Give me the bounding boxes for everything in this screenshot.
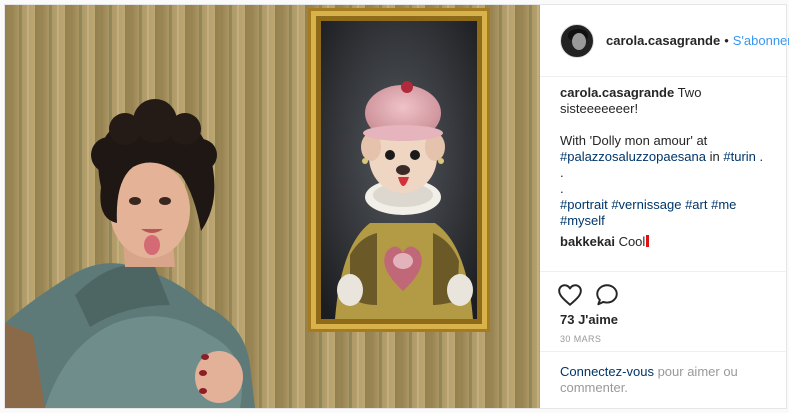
avatar-face (572, 32, 586, 50)
caption-period: . (759, 149, 764, 164)
avatar[interactable] (560, 23, 594, 58)
comments-section: carola.casagrande Two sisteeeeeeer! With… (560, 85, 782, 250)
hashtag-me[interactable]: #me (711, 197, 736, 212)
follow-button[interactable]: S'abonner (733, 33, 789, 48)
username-link[interactable]: carola.casagrande (606, 33, 720, 48)
emoji-icon (646, 235, 650, 247)
hashtag-portrait[interactable]: #portrait (560, 197, 608, 212)
comment-text: Cool (618, 234, 646, 249)
separator-dot: • (724, 33, 729, 48)
post-header: carola.casagrande • S'abonner (540, 5, 789, 77)
caption-hashtags: #portrait #vernissage #art #me #myself (560, 197, 782, 229)
heart-icon-graphic (558, 284, 582, 306)
post-photo[interactable] (5, 5, 540, 408)
post-date: 30 MARS (560, 334, 602, 344)
hashtag-art[interactable]: #art (685, 197, 707, 212)
hashtag-city[interactable]: #turin (723, 149, 756, 164)
post-card: carola.casagrande • S'abonner carola.cas… (4, 4, 789, 409)
caption-in-word: in (709, 149, 720, 164)
post-sidebar: carola.casagrande • S'abonner carola.cas… (540, 5, 789, 408)
caption-username[interactable]: carola.casagrande (560, 85, 674, 100)
comment-icon[interactable] (594, 282, 620, 308)
caption: carola.casagrande Two sisteeeeeeer! (560, 85, 782, 117)
login-link[interactable]: Connectez-vous (560, 364, 654, 379)
hashtag-vernissage[interactable]: #vernissage (611, 197, 681, 212)
post-actions: 73 J'aime 30 MARS (540, 271, 786, 351)
login-prompt: Connectez-vous pour aimer ou commenter. (540, 351, 786, 408)
comment-username[interactable]: bakkekai (560, 234, 615, 249)
caption-line-with: With 'Dolly mon amour' at #palazzosaluzz… (560, 133, 782, 165)
heart-icon[interactable] (557, 282, 583, 308)
caption-with-text: With 'Dolly mon amour' at (560, 133, 708, 148)
caption-dot-2: . (560, 181, 564, 196)
comment-item: bakkekai Cool (560, 234, 782, 250)
likes-count[interactable]: 73 J'aime (560, 312, 618, 327)
photo-illustration (5, 5, 540, 408)
caption-dot-1: . (560, 165, 564, 180)
hashtag-myself[interactable]: #myself (560, 213, 605, 228)
hashtag-location[interactable]: #palazzosaluzzopaesana (560, 149, 706, 164)
comment-icon-graphic (596, 284, 618, 306)
caption-gap (560, 117, 782, 133)
